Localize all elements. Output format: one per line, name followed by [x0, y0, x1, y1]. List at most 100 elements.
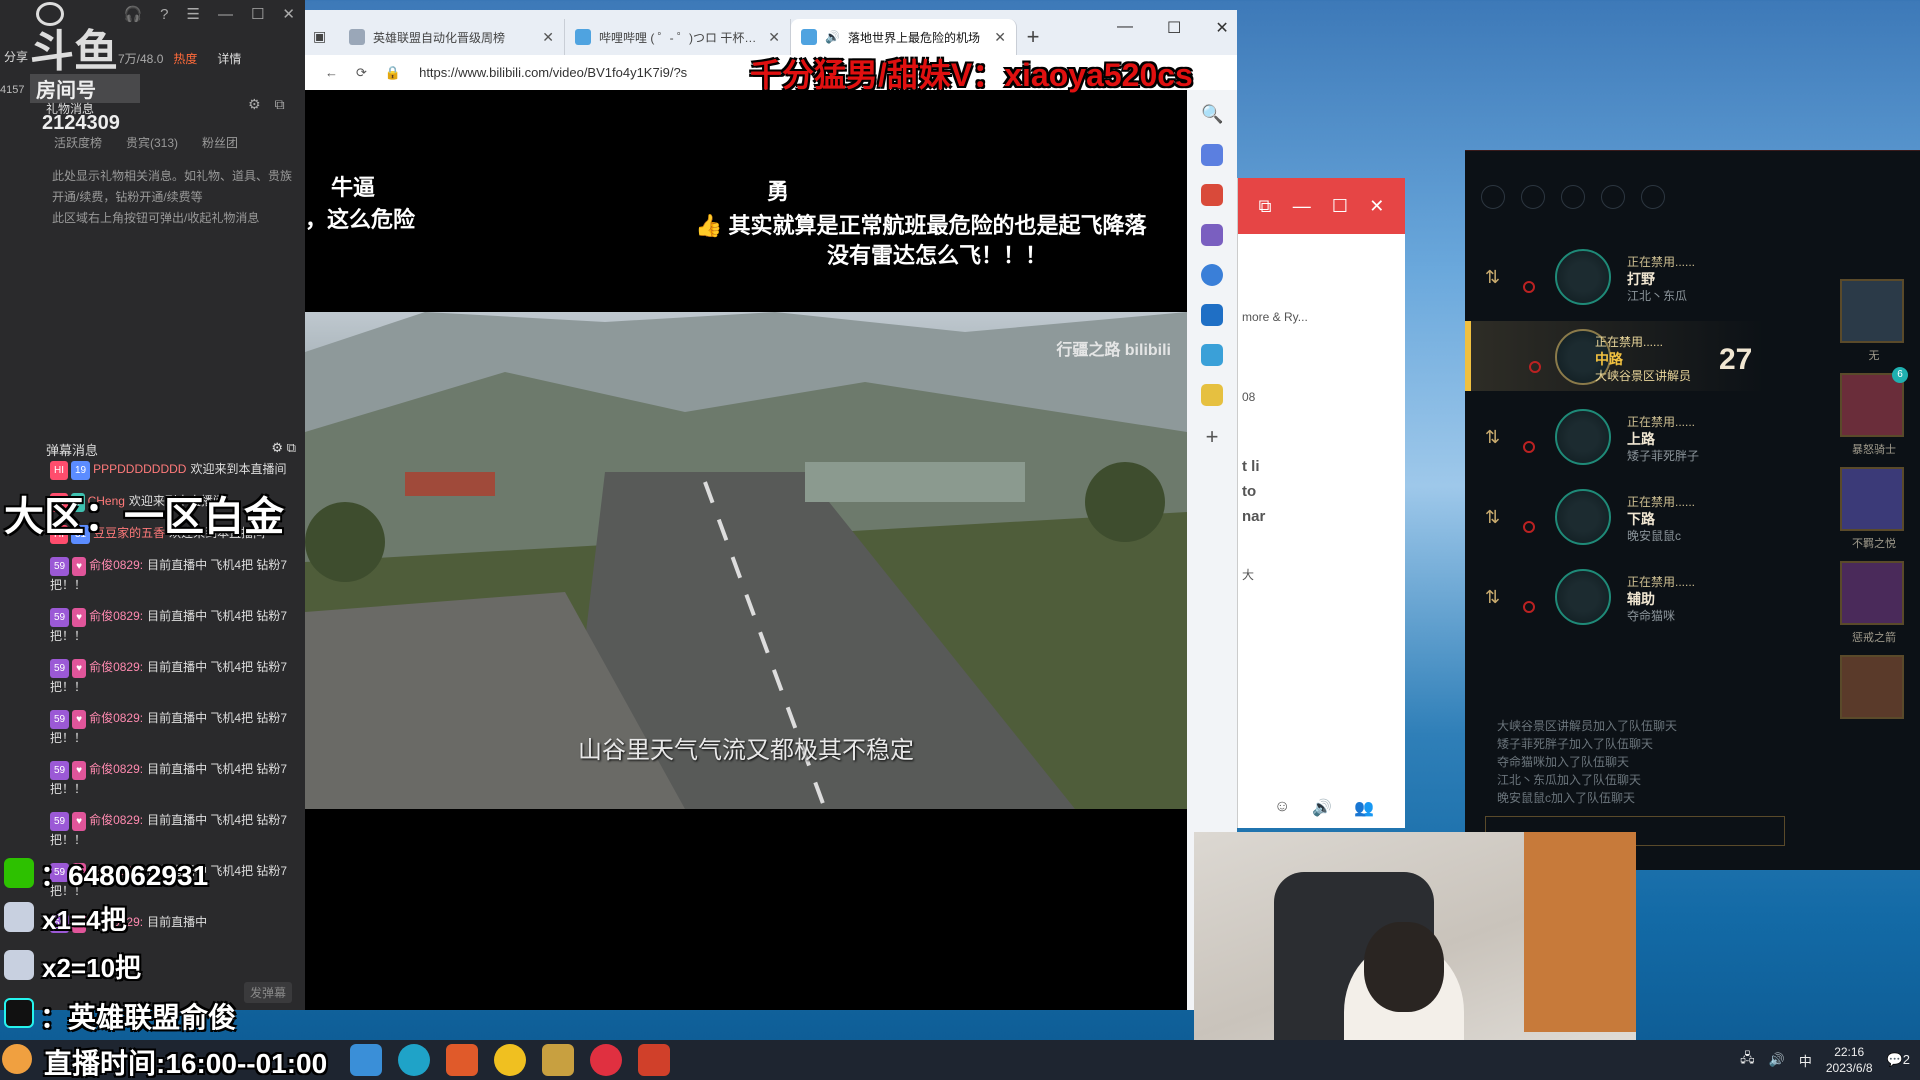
swap-icon[interactable]: ⇅ — [1485, 427, 1500, 448]
team-chat-log: 大峡谷景区讲解员加入了队伍聊天 矮子菲死胖子加入了队伍聊天 夺命猫咪加入了队伍聊… — [1497, 717, 1677, 807]
refresh-icon[interactable]: ⟳ — [356, 65, 367, 81]
emoji-icon[interactable]: ☺ — [1274, 798, 1290, 818]
ime-indicator[interactable]: 中 — [1799, 1051, 1812, 1070]
champion-name: 无 — [1868, 350, 1880, 362]
file-icon[interactable] — [350, 1044, 382, 1076]
no-ban-icon — [1523, 441, 1535, 453]
close-icon[interactable]: ✕ — [768, 29, 780, 46]
network-icon[interactable]: 🖧 — [1740, 1049, 1755, 1071]
tag-icon[interactable] — [1201, 144, 1223, 166]
ban-slot — [1561, 185, 1585, 209]
swap-icon[interactable]: ⇅ — [1485, 507, 1500, 528]
swap-icon[interactable]: ⇅ — [1485, 267, 1500, 288]
send-danmu-button[interactable]: 发弹幕 — [244, 982, 293, 1003]
close-icon[interactable]: ✕ — [282, 5, 295, 23]
lane-player: 江北丶东瓜 — [1627, 289, 1688, 303]
danmaku-text: 👍 其实就算是正常航班最危险的也是起飞降落 — [695, 213, 1147, 238]
minimize-icon[interactable]: — — [218, 6, 233, 23]
danmu-item: 59 ♥ 俞俊0829: 目前直播中 飞机4把 钻粉7把！！ — [50, 658, 295, 697]
danmu-item: 59 ♥ 俞俊0829: 目前直播中 飞机4把 钻粉7把！！ — [50, 556, 295, 595]
speaker-icon[interactable]: 🔊 — [1312, 798, 1332, 818]
gift-info-line: 开通/续费，钻粉开通/续费等 — [52, 190, 203, 204]
role-icon — [1555, 409, 1611, 465]
close-icon[interactable]: ✕ — [542, 29, 554, 46]
minimize-icon[interactable]: — — [1117, 18, 1133, 38]
share-button[interactable]: 分享 — [4, 48, 28, 65]
maximize-icon[interactable]: ☐ — [1332, 196, 1348, 217]
lane-bot[interactable]: ⇅ 正在禁用...... 下路 晚安鼠鼠c — [1465, 481, 1765, 551]
maximize-icon[interactable]: ☐ — [251, 5, 264, 23]
notification-icon[interactable]: 💬2 — [1887, 1052, 1910, 1068]
copilot-icon[interactable] — [1201, 264, 1223, 286]
danmaku-text: 牛逼 — [331, 175, 376, 200]
app-icon[interactable] — [494, 1044, 526, 1076]
swap-icon[interactable]: ⇅ — [1485, 587, 1500, 608]
close-icon[interactable]: ✕ — [994, 29, 1006, 46]
video-player[interactable]: 牛逼 ，这么危险 勇 👍 其实就算是正常航班最危险的也是起飞降落 没有雷达怎么飞… — [305, 90, 1187, 1010]
settings-icon[interactable]: ⚙ — [271, 440, 283, 455]
streamer-head — [1364, 922, 1444, 1012]
outlook-icon[interactable] — [1201, 304, 1223, 326]
danmu-user[interactable]: PPPDDDDDDDD — [93, 462, 186, 476]
headset-icon[interactable]: 🎧 — [123, 5, 142, 23]
drop-icon[interactable] — [1201, 384, 1223, 406]
restore-icon[interactable]: ⧉ — [1259, 196, 1272, 217]
champion-portrait[interactable] — [1840, 655, 1904, 719]
lol-icon[interactable] — [542, 1044, 574, 1076]
minimize-icon[interactable]: — — [1293, 196, 1311, 217]
lane-support[interactable]: ⇅ 正在禁用...... 辅助 夺命猫咪 — [1465, 561, 1765, 631]
games-icon[interactable] — [1201, 224, 1223, 246]
url-input[interactable]: https://www.bilibili.com/video/BV1fo4y1K… — [419, 65, 687, 80]
chat-line: 江北丶东瓜加入了队伍聊天 — [1497, 773, 1642, 787]
douyu-icon[interactable] — [446, 1044, 478, 1076]
region-overlay: 大区：一区白金 — [4, 495, 284, 539]
champion-portrait[interactable] — [1840, 467, 1904, 531]
tab-vip[interactable]: 贵宾(313) — [126, 134, 178, 151]
menu-icon[interactable]: ☰ — [187, 5, 200, 23]
price-overlay-1: x1=4把 — [42, 905, 127, 935]
lane-jungle[interactable]: ⇅ 正在禁用...... 打野 江北丶东瓜 — [1465, 241, 1765, 311]
danmu-user[interactable]: 俞俊0829: — [89, 813, 143, 827]
settings-icon[interactable]: ⚙ — [248, 96, 261, 113]
tab-actions-icon[interactable]: ▣ — [313, 28, 339, 45]
clock[interactable]: 22:16 2023/6/8 — [1826, 1044, 1873, 1076]
stream-stats: 7万/48.0 热度 详情 — [118, 50, 241, 67]
tab-fans[interactable]: 粉丝团 — [202, 134, 238, 151]
maximize-icon[interactable]: ☐ — [1167, 18, 1181, 38]
champion-portrait[interactable] — [1840, 279, 1904, 343]
lane-top[interactable]: ⇅ 正在禁用...... 上路 矮子菲死胖子 — [1465, 401, 1765, 471]
video-subtitle: 山谷里天气气流又都极其不稳定 — [578, 737, 914, 764]
volume-icon[interactable]: 🔊 — [1769, 1052, 1785, 1068]
netease-icon[interactable] — [590, 1044, 622, 1076]
speaker-icon[interactable]: 🔊 — [825, 30, 840, 44]
people-icon[interactable]: 👥 — [1354, 798, 1374, 818]
hot-label: 热度 — [173, 52, 198, 66]
champion-portrait[interactable]: 6 — [1840, 367, 1908, 437]
help-icon[interactable]: ? — [160, 6, 168, 23]
bilibili-icon — [801, 29, 817, 45]
douyu-titlebar: 🎧 ? ☰ — ☐ ✕ — [0, 0, 305, 28]
search-icon[interactable]: 🔍 — [1201, 104, 1223, 126]
lol-champ-select: ⇅ 正在禁用...... 打野 江北丶东瓜 正在禁用...... 中路 大峡谷景… — [1465, 150, 1920, 870]
send-icon[interactable] — [1201, 344, 1223, 366]
close-icon[interactable]: ✕ — [1369, 196, 1384, 217]
danmu-user[interactable]: 俞俊0829: — [89, 558, 143, 572]
popout-icon[interactable]: ⧉ — [275, 96, 285, 113]
danmu-user[interactable]: 俞俊0829: — [89, 762, 143, 776]
app-icon[interactable] — [638, 1044, 670, 1076]
danmu-user[interactable]: 俞俊0829: — [89, 711, 143, 725]
close-icon[interactable]: ✕ — [1215, 18, 1228, 38]
toolbox-icon[interactable] — [1201, 184, 1223, 206]
edge-icon[interactable] — [398, 1044, 430, 1076]
danmu-user[interactable]: 俞俊0829: — [89, 609, 143, 623]
popout-icon[interactable]: ⧉ — [287, 440, 296, 455]
add-icon[interactable]: + — [1206, 424, 1219, 450]
back-icon[interactable]: ← — [325, 65, 338, 80]
user-badge: 59 — [50, 557, 70, 576]
browser-tab[interactable]: 英雄联盟自动化晋级周榜 ✕ — [339, 19, 565, 55]
danmu-user[interactable]: 俞俊0829: — [89, 660, 143, 674]
detail-link[interactable]: 详情 — [217, 50, 241, 67]
video-frame[interactable]: 行疆之路 bilibili 山谷里天气气流又都极其不稳定 — [305, 312, 1187, 809]
champion-portrait[interactable] — [1840, 561, 1904, 625]
tab-activity[interactable]: 活跃度榜 — [54, 134, 102, 151]
